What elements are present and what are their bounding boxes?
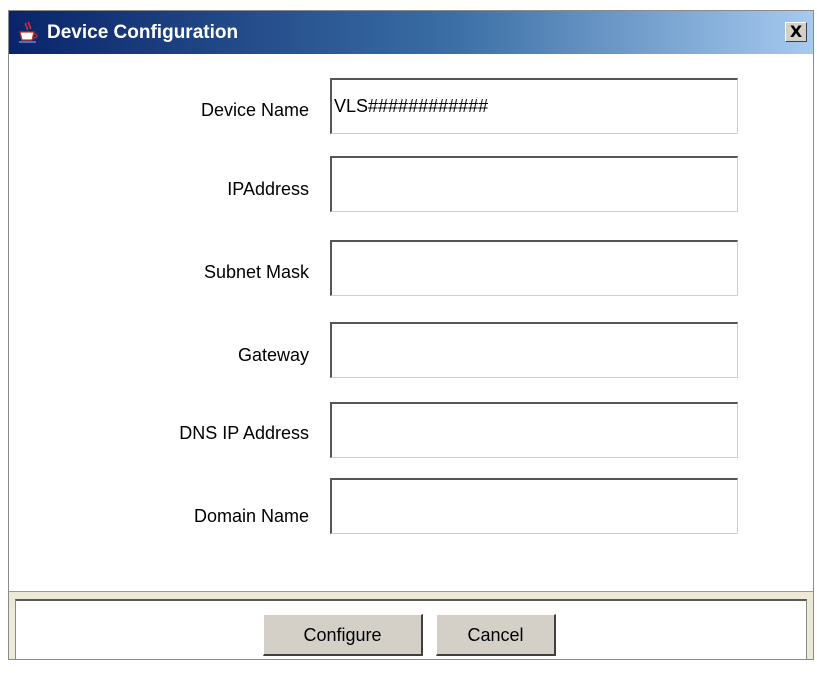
close-button[interactable]: X [785, 22, 807, 42]
window-title: Device Configuration [47, 22, 239, 43]
java-cup-icon [17, 21, 39, 45]
dns-ip-address-label: DNS IP Address [179, 423, 309, 443]
subnet-mask-input[interactable] [330, 240, 738, 296]
domain-name-input[interactable] [330, 478, 738, 534]
gateway-input[interactable] [330, 322, 738, 378]
device-configuration-dialog: Device Configuration X Device Name IPAdd… [8, 10, 814, 660]
ip-address-label: IPAddress [227, 179, 309, 199]
subnet-mask-label: Subnet Mask [203, 262, 309, 282]
dns-ip-address-input[interactable] [330, 402, 738, 458]
domain-name-label: Domain Name [193, 506, 309, 526]
close-icon: X [789, 22, 803, 41]
title-bar[interactable]: Device Configuration X [9, 11, 813, 54]
device-name-input[interactable] [330, 78, 738, 134]
gateway-label: Gateway [237, 345, 309, 365]
ip-address-input[interactable] [330, 156, 738, 212]
cancel-button[interactable]: Cancel [436, 614, 556, 656]
device-name-label: Device Name [200, 100, 309, 120]
configure-button[interactable]: Configure [263, 614, 423, 656]
button-bar: Configure Cancel [15, 599, 807, 659]
form-panel: Device Name IPAddress Subnet Mask Gatewa… [9, 54, 813, 591]
